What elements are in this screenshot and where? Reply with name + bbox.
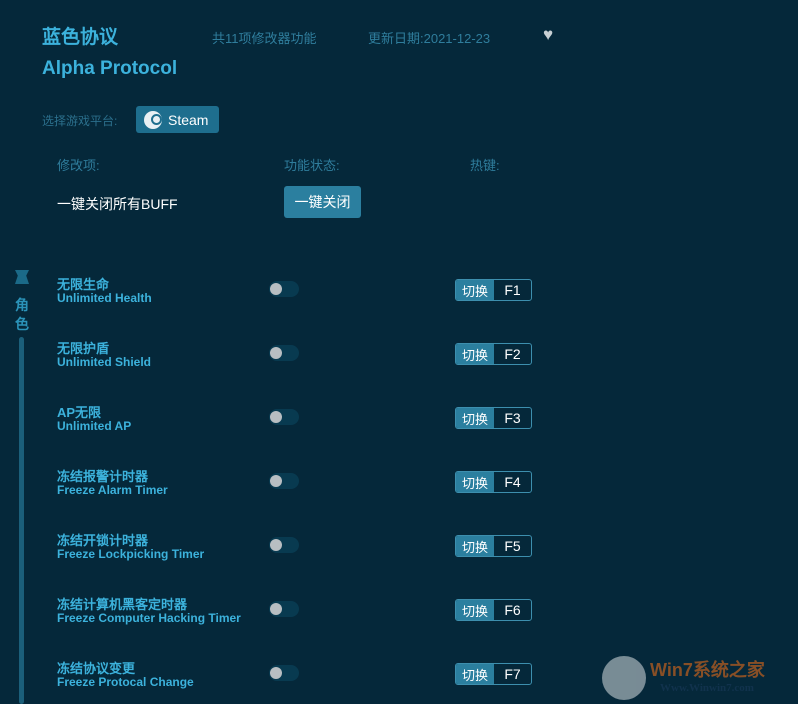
hotkey-button[interactable]: 切换 F7 xyxy=(455,663,532,685)
toggle-knob xyxy=(270,475,282,487)
hotkey-key: F6 xyxy=(504,602,521,618)
cheat-name-en: Freeze Protocal Change xyxy=(57,675,194,689)
cheat-name-en: Unlimited AP xyxy=(57,419,132,433)
toggle-knob xyxy=(270,603,282,615)
hotkey-switch-label: 切换 xyxy=(456,280,494,300)
cheat-name-en: Freeze Lockpicking Timer xyxy=(57,547,205,561)
hotkey-switch-label: 切换 xyxy=(456,664,494,684)
hotkey-key: F2 xyxy=(504,346,521,362)
cheat-row: 冻结报警计时器 Freeze Alarm Timer 切换 F4 xyxy=(57,466,537,506)
watermark-url: Www.Winwin7.com xyxy=(660,682,754,694)
cheat-row: 冻结计算机黑客定时器 Freeze Computer Hacking Timer… xyxy=(57,594,537,634)
category-char[interactable]: 色 xyxy=(15,314,29,334)
toggle-knob xyxy=(270,411,282,423)
cheat-name-en: Unlimited Health xyxy=(57,291,152,305)
toggle-knob xyxy=(270,667,282,679)
cheat-row: 冻结开锁计时器 Freeze Lockpicking Timer 切换 F5 xyxy=(57,530,537,570)
toggle-knob xyxy=(270,347,282,359)
cheat-toggle[interactable] xyxy=(269,537,299,553)
scrollbar[interactable] xyxy=(19,337,24,704)
hotkey-key: F1 xyxy=(504,282,521,298)
favorite-heart-icon[interactable]: ♥ xyxy=(543,25,553,45)
cheat-name-en: Freeze Computer Hacking Timer xyxy=(57,611,241,625)
close-all-button[interactable]: 一键关闭 xyxy=(284,186,361,218)
watermark-title: Win7系统之家 xyxy=(650,660,765,680)
toggle-knob xyxy=(270,539,282,551)
update-date: 更新日期:2021-12-23 xyxy=(368,31,491,46)
hotkey-switch-label: 切换 xyxy=(456,344,494,364)
column-header-status: 功能状态: xyxy=(284,158,340,173)
hotkey-switch-label: 切换 xyxy=(456,600,494,620)
cheat-toggle[interactable] xyxy=(269,345,299,361)
hotkey-key: F3 xyxy=(504,410,521,426)
toggle-knob xyxy=(270,283,282,295)
close-all-buff-label: 一键关闭所有BUFF xyxy=(57,196,178,212)
feature-count: 共11项修改器功能 xyxy=(212,31,317,46)
column-header-hotkey: 热键: xyxy=(470,158,500,173)
hotkey-button[interactable]: 切换 F6 xyxy=(455,599,532,621)
cheat-toggle[interactable] xyxy=(269,665,299,681)
hotkey-key: F5 xyxy=(504,538,521,554)
hotkey-key: F7 xyxy=(504,666,521,682)
cheat-toggle[interactable] xyxy=(269,409,299,425)
cheat-row: 无限生命 Unlimited Health 切换 F1 xyxy=(57,274,537,314)
character-category-icon[interactable] xyxy=(15,270,29,284)
hotkey-button[interactable]: 切换 F5 xyxy=(455,535,532,557)
hotkey-button[interactable]: 切换 F3 xyxy=(455,407,532,429)
steam-label: Steam xyxy=(168,111,209,128)
windows-logo-icon xyxy=(602,656,646,700)
game-title-en: Alpha Protocol xyxy=(42,58,178,79)
cheat-name-en: Unlimited Shield xyxy=(57,355,152,369)
category-char[interactable]: 角 xyxy=(15,295,29,315)
steam-platform-button[interactable]: Steam xyxy=(136,106,219,133)
hotkey-button[interactable]: 切换 F4 xyxy=(455,471,532,493)
watermark: Win7系统之家 Www.Winwin7.com xyxy=(600,654,798,702)
hotkey-button[interactable]: 切换 F1 xyxy=(455,279,532,301)
cheat-toggle[interactable] xyxy=(269,601,299,617)
steam-icon xyxy=(144,110,162,129)
cheat-name-en: Freeze Alarm Timer xyxy=(57,483,168,497)
cheat-row: AP无限 Unlimited AP 切换 F3 xyxy=(57,402,537,442)
cheat-toggle[interactable] xyxy=(269,473,299,489)
cheat-toggle[interactable] xyxy=(269,281,299,297)
hotkey-switch-label: 切换 xyxy=(456,408,494,428)
game-title-cn: 蓝色协议 xyxy=(42,27,119,48)
hotkey-switch-label: 切换 xyxy=(456,536,494,556)
hotkey-key: F4 xyxy=(504,474,521,490)
hotkey-switch-label: 切换 xyxy=(456,472,494,492)
column-header-item: 修改项: xyxy=(57,158,100,173)
cheat-row: 冻结协议变更 Freeze Protocal Change 切换 F7 xyxy=(57,658,537,698)
hotkey-button[interactable]: 切换 F2 xyxy=(455,343,532,365)
cheat-row: 无限护盾 Unlimited Shield 切换 F2 xyxy=(57,338,537,378)
platform-label: 选择游戏平台: xyxy=(42,114,118,128)
